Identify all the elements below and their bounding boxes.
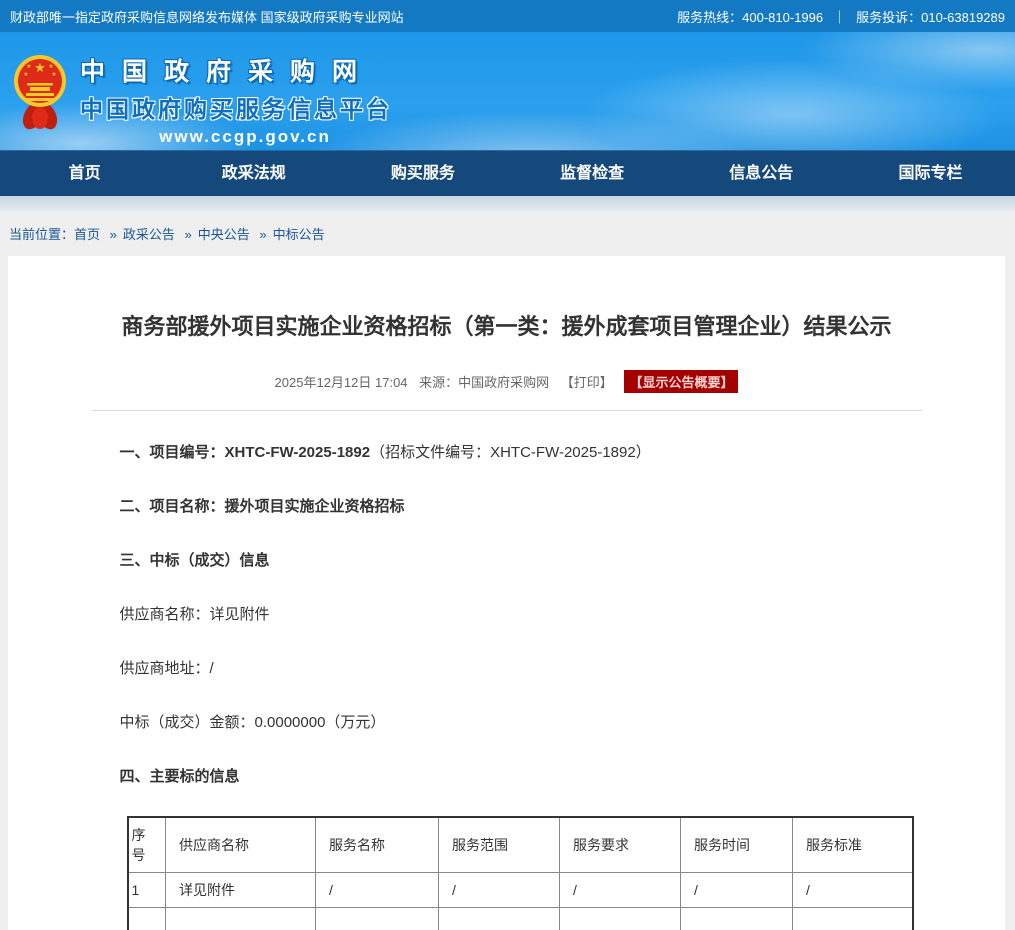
cell-empty — [439, 907, 560, 930]
svg-text:★: ★ — [23, 71, 28, 78]
main-nav: 首页 政采法规 购买服务 监督检查 信息公告 国际专栏 — [0, 150, 1015, 196]
show-summary-button[interactable]: 【显示公告概要】 — [624, 370, 738, 393]
paragraph-project-name: 二、项目名称：援外项目实施企业资格招标 — [120, 496, 922, 517]
nav-item-announcements[interactable]: 信息公告 — [677, 151, 846, 196]
col-service-time: 服务时间 — [681, 817, 793, 873]
breadcrumb-central-notices[interactable]: 中央公告 — [198, 227, 250, 242]
cell-empty — [560, 907, 681, 930]
cell-supplier-name: 详见附件 — [166, 872, 316, 907]
cell-empty — [166, 907, 316, 930]
paragraph-project-number: 一、项目编号：XHTC-FW-2025-1892（招标文件编号：XHTC-FW-… — [120, 442, 922, 463]
col-service-name: 服务名称 — [316, 817, 439, 873]
breadcrumb-home[interactable]: 首页 — [74, 227, 100, 242]
article-source: 来源：中国政府采购网 — [419, 375, 549, 390]
site-url: www.ccgp.gov.cn — [80, 127, 410, 147]
col-service-standard: 服务标准 — [793, 817, 913, 873]
table-row — [128, 907, 913, 930]
article-meta: 2025年12月12日 17:04 来源：中国政府采购网 【打印】 【显示公告概… — [8, 370, 1005, 393]
site-subtitle: 中国政府购买服务信息平台 — [80, 90, 410, 124]
meta-divider — [92, 410, 922, 411]
col-supplier-name: 供应商名称 — [166, 817, 316, 873]
breadcrumb-procurement-notices[interactable]: 政采公告 — [123, 227, 175, 242]
site-header: ★ ★ ★ ★ ★ 中国政府采购网 中国政府购买服务信息平台 www.ccgp.… — [0, 32, 1015, 150]
national-emblem-logo: ★ ★ ★ ★ ★ — [13, 50, 67, 132]
site-name: 中国政府采购网 — [80, 52, 410, 88]
col-service-scope: 服务范围 — [439, 817, 560, 873]
article-title: 商务部援外项目实施企业资格招标（第一类：援外成套项目管理企业）结果公示 — [53, 312, 960, 343]
main-subject-table: 序号 供应商名称 服务名称 服务范围 服务要求 服务时间 服务标准 1 详见附件… — [127, 816, 914, 930]
cell-empty — [681, 907, 793, 930]
paragraph-supplier-address: 供应商地址：/ — [120, 658, 922, 679]
table-row: 1 详见附件 / / / / / — [128, 872, 913, 907]
service-complaint: 服务投诉：010-63819289 — [856, 7, 1005, 26]
col-serial-number: 序号 — [128, 817, 166, 873]
cell-service-name: / — [316, 872, 439, 907]
nav-item-home[interactable]: 首页 — [0, 151, 169, 196]
col-service-requirement: 服务要求 — [560, 817, 681, 873]
cell-service-time: / — [681, 872, 793, 907]
service-hotline: 服务热线：400-810-1996 — [677, 7, 823, 26]
article-body: 一、项目编号：XHTC-FW-2025-1892（招标文件编号：XHTC-FW-… — [92, 442, 922, 930]
svg-text:★: ★ — [48, 63, 53, 70]
nav-item-supervision[interactable]: 监督检查 — [508, 151, 677, 196]
publish-datetime: 2025年12月12日 17:04 — [275, 375, 408, 390]
breadcrumb-separator: » — [259, 227, 266, 242]
table-header-row: 序号 供应商名称 服务名称 服务范围 服务要求 服务时间 服务标准 — [128, 817, 913, 873]
print-button[interactable]: 【打印】 — [561, 375, 613, 390]
svg-text:★: ★ — [51, 71, 56, 78]
nav-item-regulations[interactable]: 政采法规 — [169, 151, 338, 196]
svg-text:★: ★ — [34, 60, 46, 75]
cell-empty — [316, 907, 439, 930]
paragraph-supplier-name: 供应商名称：详见附件 — [120, 604, 922, 625]
nav-item-purchase-services[interactable]: 购买服务 — [338, 151, 507, 196]
top-utility-bar: 财政部唯一指定政府采购信息网络发布媒体 国家级政府采购专业网站 服务热线：400… — [0, 0, 1015, 32]
paragraph-award-info-heading: 三、中标（成交）信息 — [120, 550, 922, 571]
breadcrumb-prefix: 当前位置： — [9, 227, 74, 242]
paragraph-main-subject-heading: 四、主要标的信息 — [120, 766, 922, 787]
breadcrumb-separator: » — [185, 227, 192, 242]
site-slogan: 财政部唯一指定政府采购信息网络发布媒体 国家级政府采购专业网站 — [10, 7, 404, 26]
nav-shadow-strip — [0, 196, 1015, 214]
cell-service-requirement: / — [560, 872, 681, 907]
breadcrumb-separator: » — [110, 227, 117, 242]
cell-serial-number: 1 — [128, 872, 166, 907]
breadcrumb-award-notices[interactable]: 中标公告 — [273, 227, 325, 242]
cell-empty — [793, 907, 913, 930]
paragraph-award-amount: 中标（成交）金额：0.0000000（万元） — [120, 712, 922, 733]
cell-empty — [128, 907, 166, 930]
nav-item-international[interactable]: 国际专栏 — [846, 151, 1015, 196]
cell-service-scope: / — [439, 872, 560, 907]
svg-text:★: ★ — [26, 63, 31, 70]
article-card: 商务部援外项目实施企业资格招标（第一类：援外成套项目管理企业）结果公示 2025… — [8, 256, 1005, 930]
cell-service-standard: / — [793, 872, 913, 907]
breadcrumb: 当前位置：首页 » 政采公告 » 中央公告 » 中标公告 — [0, 214, 1015, 256]
topbar-divider: ｜ — [833, 7, 846, 26]
